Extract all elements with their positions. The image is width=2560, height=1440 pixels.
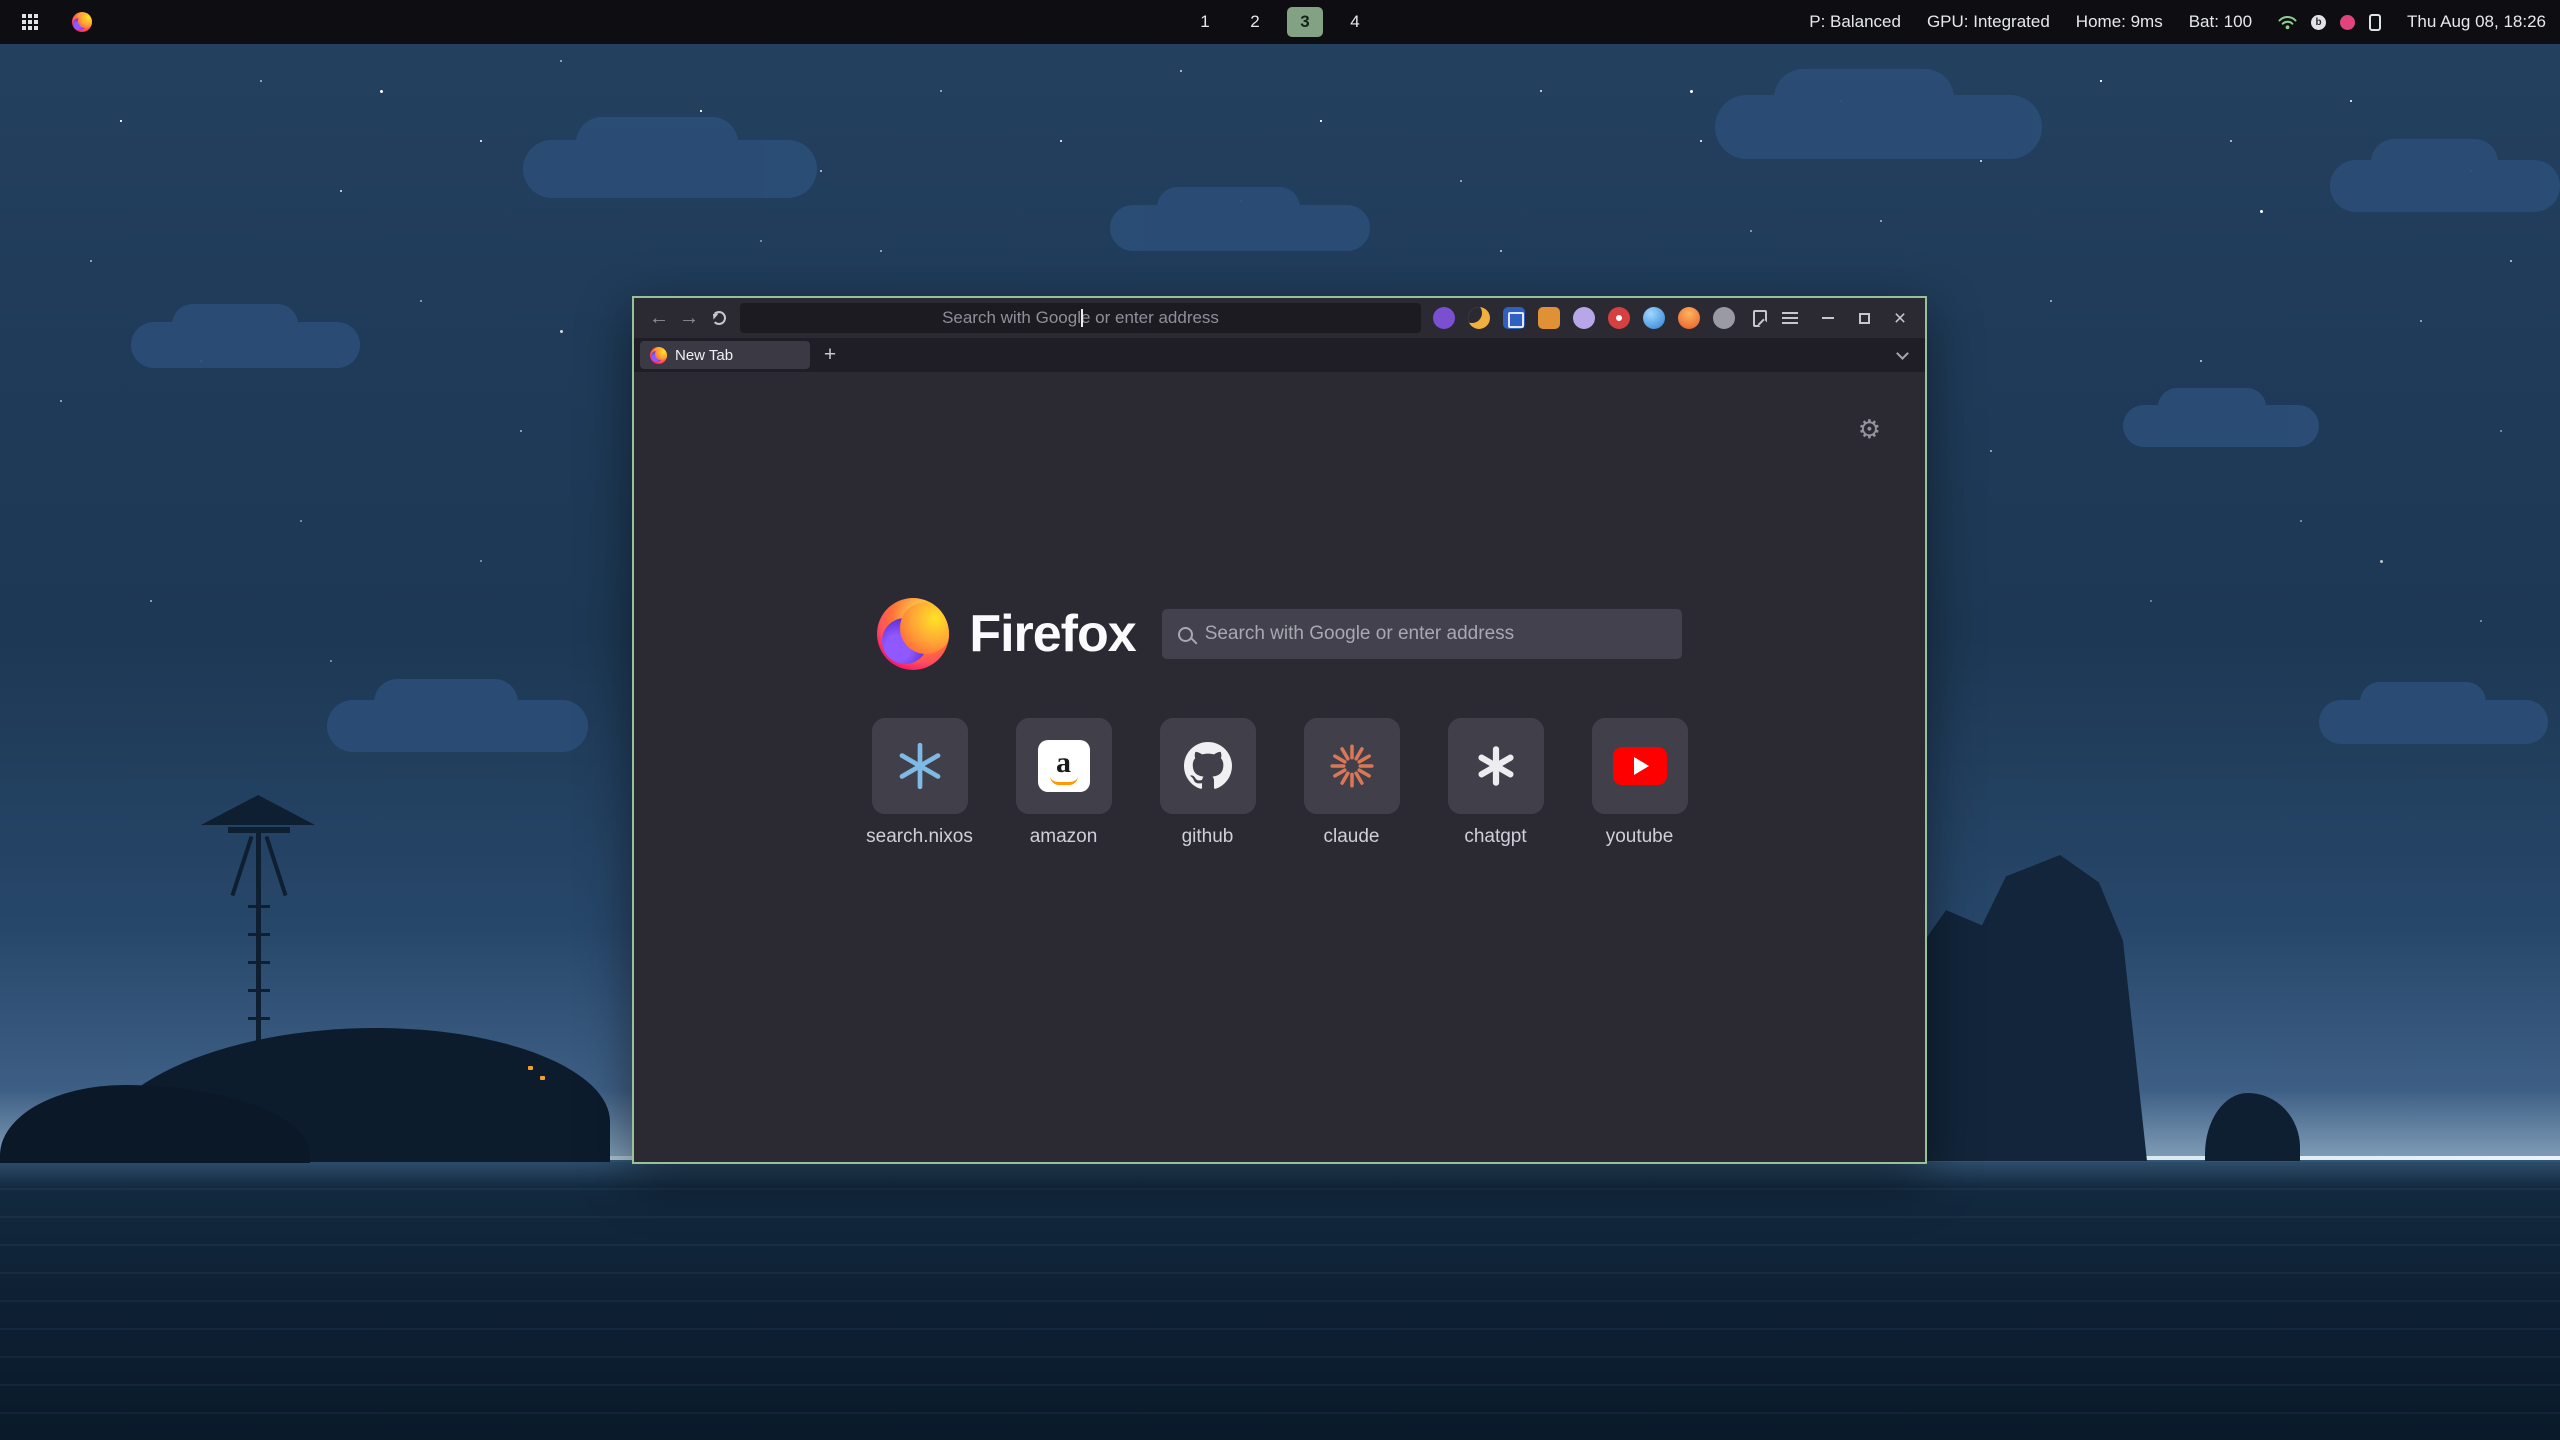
minimize-icon	[1822, 317, 1834, 319]
shore-light	[540, 1076, 545, 1080]
shortcut-tile-chatgpt[interactable]: chatgpt	[1448, 718, 1544, 848]
tab-bar: New Tab +	[634, 338, 1925, 372]
hamburger-icon	[1782, 312, 1798, 324]
tray-icons: b	[2278, 14, 2381, 31]
shortcut-label: chatgpt	[1464, 826, 1526, 848]
wifi-icon[interactable]	[2278, 15, 2297, 30]
status-dot-icon[interactable]	[2340, 15, 2355, 30]
gpu-status: GPU: Integrated	[1927, 12, 2050, 32]
cloud	[2330, 160, 2560, 212]
power-profile-status: P: Balanced	[1809, 12, 1901, 32]
extension-icon-lavender[interactable]	[1573, 307, 1595, 329]
menu-button[interactable]	[1775, 303, 1805, 333]
back-button[interactable]: ←	[644, 303, 674, 333]
nixos-snowflake-icon	[895, 741, 945, 791]
amazon-icon: a	[1038, 740, 1090, 792]
firefox-wordmark: Firefox	[969, 604, 1135, 664]
device-icon[interactable]	[2369, 14, 2381, 31]
extension-icon-blue-sphere[interactable]	[1643, 307, 1665, 329]
search-icon	[1178, 627, 1193, 642]
close-button[interactable]: ×	[1885, 303, 1915, 333]
firefox-icon	[72, 12, 92, 32]
maximize-button[interactable]	[1849, 303, 1879, 333]
cloud	[1715, 95, 2042, 159]
reload-button[interactable]	[704, 303, 734, 333]
personalize-button[interactable]: ⚙	[1858, 414, 1881, 445]
shortcut-tile-claude[interactable]: claude	[1304, 718, 1400, 848]
tab-new-tab[interactable]: New Tab	[640, 341, 810, 369]
maximize-icon	[1859, 313, 1870, 324]
workspace-button-3-active[interactable]: 3	[1287, 7, 1323, 37]
newtab-search-bar	[1162, 609, 1682, 659]
new-tab-page: ⚙ Firefox	[634, 372, 1925, 1162]
navigation-toolbar: ← → ×	[634, 298, 1925, 338]
extension-icon-orange-square[interactable]	[1538, 307, 1560, 329]
shortcut-label: amazon	[1030, 826, 1098, 848]
shortcut-label: claude	[1324, 826, 1380, 848]
shortcut-label: search.nixos	[866, 826, 973, 848]
list-all-tabs-icon[interactable]	[1896, 347, 1909, 360]
extension-icon-fox[interactable]	[1678, 307, 1700, 329]
shortcut-label: youtube	[1606, 826, 1674, 848]
extension-buttons	[1433, 307, 1735, 329]
new-tab-button[interactable]: +	[816, 341, 844, 369]
extension-icon-red-dot[interactable]	[1608, 307, 1630, 329]
forward-button[interactable]: →	[674, 303, 704, 333]
network-latency-status: Home: 9ms	[2076, 12, 2163, 32]
extension-icon-blue-square[interactable]	[1503, 307, 1525, 329]
cloud	[2123, 405, 2319, 447]
extension-icon-yellow-crescent[interactable]	[1468, 307, 1490, 329]
extension-icon-purple[interactable]	[1433, 307, 1455, 329]
shortcut-tile-search-nixos[interactable]: search.nixos	[872, 718, 968, 848]
firefox-brand-row: Firefox	[877, 598, 1681, 670]
shortcut-tile-youtube[interactable]: youtube	[1592, 718, 1688, 848]
ocean	[0, 1160, 2560, 1440]
cloud	[523, 140, 817, 198]
cloud	[2319, 700, 2548, 744]
page-edit-button[interactable]	[1745, 303, 1775, 333]
firefox-logo	[877, 598, 949, 670]
clock[interactable]: Thu Aug 08, 18:26	[2407, 12, 2546, 32]
url-bar	[740, 303, 1421, 333]
cloud	[131, 322, 360, 368]
cloud	[327, 700, 588, 752]
shortcut-tiles: search.nixos a amazon github	[872, 718, 1688, 848]
shortcut-tile-github[interactable]: github	[1160, 718, 1256, 848]
firefox-favicon	[650, 347, 667, 364]
workspace-button-2[interactable]: 2	[1237, 7, 1273, 37]
apps-grid-icon	[22, 14, 38, 30]
minimize-button[interactable]	[1813, 303, 1843, 333]
firefox-window: ← → × New Tab	[632, 296, 1927, 1164]
shortcut-label: github	[1182, 826, 1234, 848]
workspace-button-4[interactable]: 4	[1337, 7, 1373, 37]
claude-starburst-icon	[1327, 741, 1377, 791]
tab-title: New Tab	[675, 347, 733, 364]
battery-status: Bat: 100	[2189, 12, 2252, 32]
reload-icon	[712, 311, 726, 325]
chatgpt-icon	[1471, 741, 1521, 791]
extension-icon-gray[interactable]	[1713, 307, 1735, 329]
workspace-button-1[interactable]: 1	[1187, 7, 1223, 37]
top-bar: 1 2 3 4 P: Balanced GPU: Integrated Home…	[0, 0, 2560, 44]
shortcut-tile-amazon[interactable]: a amazon	[1016, 718, 1112, 848]
youtube-icon	[1613, 747, 1667, 785]
workspace-switcher: 1 2 3 4	[1187, 0, 1373, 44]
newtab-search-input[interactable]	[1205, 623, 1666, 645]
bluetooth-icon[interactable]: b	[2311, 15, 2326, 30]
cloud	[1110, 205, 1370, 251]
page-edit-icon	[1753, 310, 1767, 327]
firefox-launcher-button[interactable]	[66, 6, 98, 38]
app-launcher-button[interactable]	[14, 6, 46, 38]
text-caret	[1081, 309, 1083, 327]
shore-light	[528, 1066, 533, 1070]
status-area: P: Balanced GPU: Integrated Home: 9ms Ba…	[1809, 12, 2546, 32]
window-controls: ×	[1813, 303, 1915, 333]
github-icon	[1184, 742, 1232, 790]
